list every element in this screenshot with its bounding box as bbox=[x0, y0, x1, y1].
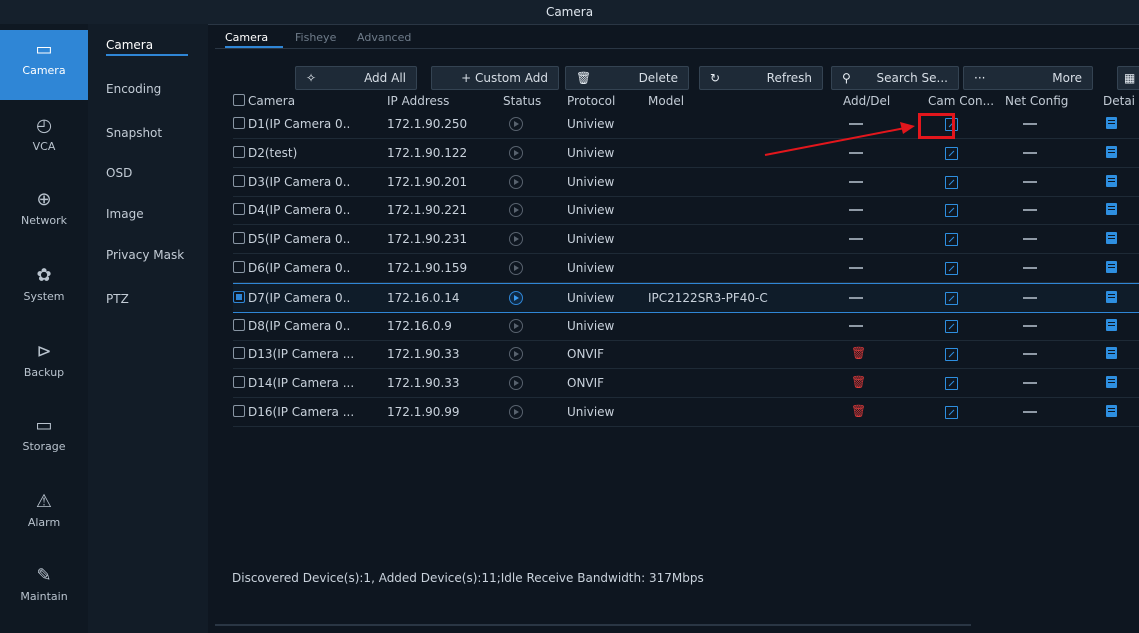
bottom-divider bbox=[215, 624, 971, 626]
annotation-arrow bbox=[764, 122, 915, 156]
